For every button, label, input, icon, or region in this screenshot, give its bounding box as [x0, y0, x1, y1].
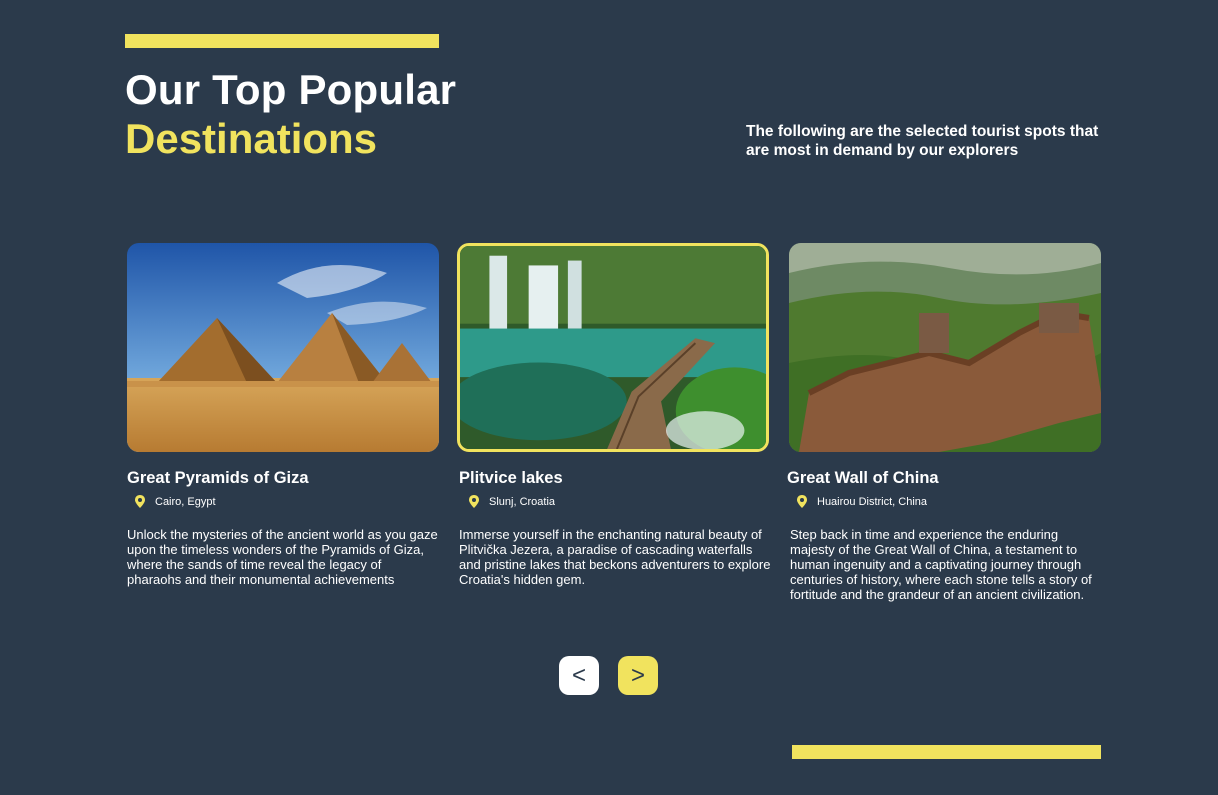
page-title-line2: Destinations: [125, 115, 378, 162]
destination-location-text: Huairou District, China: [817, 495, 928, 508]
prev-button[interactable]: <: [559, 656, 599, 695]
next-button[interactable]: >: [618, 656, 658, 695]
destination-image-giza: [127, 243, 439, 452]
pin-icon: [469, 495, 479, 508]
destination-description: Unlock the mysteries of the ancient worl…: [127, 527, 438, 587]
destination-description: Immerse yourself in the enchanting natur…: [459, 527, 771, 587]
bottom-accent-bar: [792, 745, 1101, 759]
destination-image-plitvice: [457, 243, 769, 452]
destination-location: Slunj, Croatia: [469, 495, 555, 508]
page-title-line1: Our Top Popular: [125, 66, 457, 113]
destination-title: Great Wall of China: [787, 469, 939, 487]
destination-image-great-wall: [789, 243, 1101, 452]
destination-card-giza[interactable]: Great Pyramids of Giza Cairo, Egypt Unlo…: [127, 243, 439, 587]
page-subtitle: The following are the selected tourist s…: [746, 123, 1099, 159]
destination-card-plitvice[interactable]: Plitvice lakes Slunj, Croatia Immerse yo…: [457, 243, 770, 587]
pin-icon: [797, 495, 807, 508]
destination-description: Step back in time and experience the end…: [790, 527, 1092, 602]
destination-location: Huairou District, China: [797, 495, 927, 508]
destination-title: Great Pyramids of Giza: [127, 469, 309, 487]
top-accent-bar: [125, 34, 439, 48]
destination-location-text: Slunj, Croatia: [489, 495, 556, 508]
destination-title: Plitvice lakes: [459, 469, 563, 487]
destination-location-text: Cairo, Egypt: [155, 495, 216, 508]
destination-card-great-wall[interactable]: Great Wall of China Huairou District, Ch…: [787, 243, 1101, 602]
destination-location: Cairo, Egypt: [135, 495, 216, 508]
pin-icon: [135, 495, 145, 508]
